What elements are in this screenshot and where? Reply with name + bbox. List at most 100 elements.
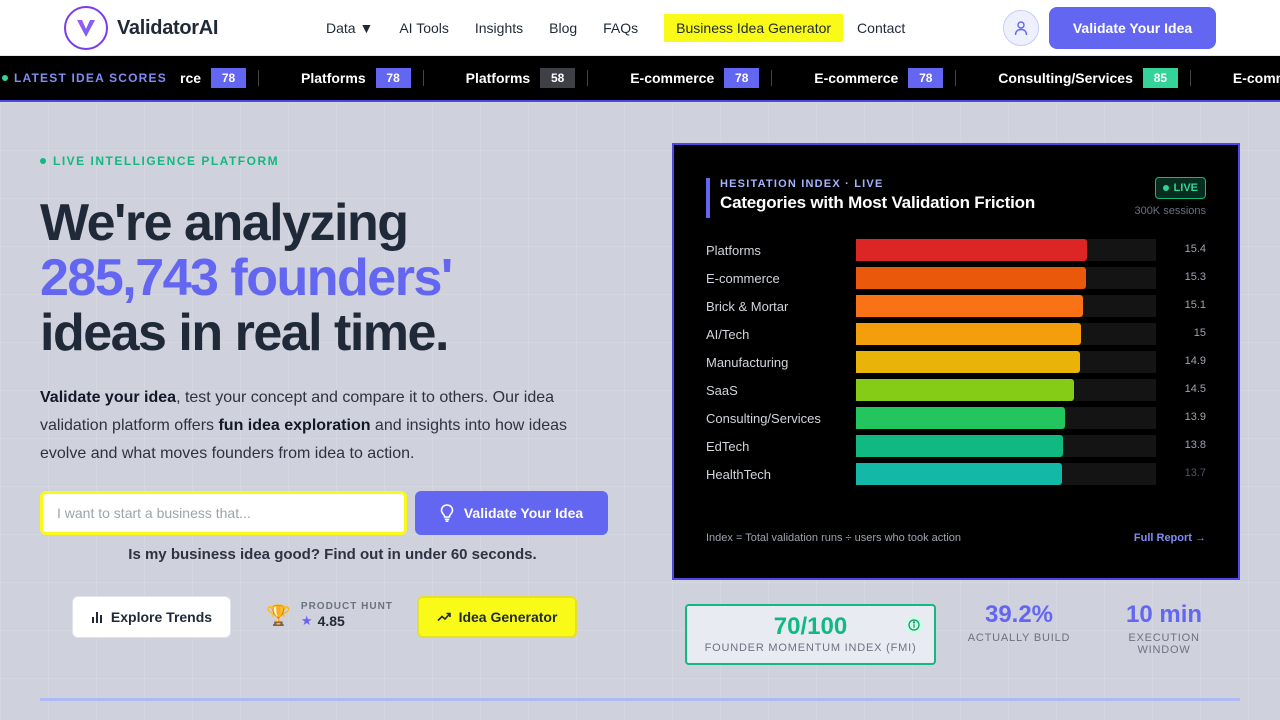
chart-bar	[856, 239, 1087, 261]
hero-lead: Validate your idea, test your concept an…	[40, 384, 610, 468]
live-dot-icon	[1162, 185, 1169, 191]
ticker-item-category: E-commerce	[1232, 70, 1280, 86]
bar-label: EdTech	[706, 439, 750, 454]
nav-business-idea-generator[interactable]: Business Idea Generator	[664, 14, 844, 42]
bar-value-label: 13.9	[1184, 411, 1206, 423]
ticker-label: LATEST IDEA SCORES	[0, 56, 177, 100]
product-hunt-rating[interactable]: 🏆 PRODUCT HUNT ★ 4.85	[266, 601, 393, 629]
bar-label: E-commerce	[706, 271, 780, 286]
bar-label: HealthTech	[706, 467, 772, 482]
hero-headline: We're analyzing 285,743 founders' ideas …	[40, 194, 453, 361]
nav-data[interactable]: Data ▼	[326, 14, 373, 42]
ticker-item[interactable]: E-commerce	[1233, 56, 1280, 100]
actually-build-value: 39.2%	[984, 601, 1054, 628]
bar-track	[856, 239, 1156, 261]
brand-name: ValidatorAI	[117, 16, 219, 39]
validate-idea-button-label: Validate Your Idea	[463, 505, 584, 521]
logo-icon	[64, 6, 108, 50]
chart-bar-row: E-commerce 15.3	[706, 266, 1206, 294]
session-count: 300K sessions	[1134, 205, 1206, 217]
nav-ai-tools[interactable]: AI Tools	[399, 14, 449, 42]
execution-window-value: 10 min	[1125, 601, 1203, 628]
bar-track	[856, 323, 1156, 345]
execution-window-stat: 10 min EXECUTION WINDOW	[1100, 601, 1228, 656]
chart-bar	[856, 295, 1083, 317]
headline-line-2: 285,743 founders'	[40, 249, 453, 307]
bar-value-label: 15.4	[1184, 243, 1206, 255]
lead-bold-2: fun idea exploration	[218, 417, 371, 434]
nav-blog[interactable]: Blog	[549, 14, 577, 42]
idea-generator-button[interactable]: Idea Generator	[417, 596, 577, 638]
validate-your-idea-header-button[interactable]: Validate Your Idea	[1049, 7, 1216, 49]
top-header: ValidatorAI Data ▼ AI Tools Insights Blo…	[0, 0, 1280, 56]
actually-build-label: ACTUALLY BUILD	[967, 632, 1071, 644]
product-hunt-label: PRODUCT HUNT	[300, 601, 393, 612]
chart-bar-row: Consulting/Services 13.9	[706, 406, 1206, 434]
bar-value-label: 13.8	[1184, 439, 1206, 451]
bar-chart-icon	[91, 612, 102, 623]
ticker-separator	[422, 70, 424, 86]
live-badge: LIVE	[1154, 177, 1206, 199]
ticker-item[interactable]: Platforms 78	[301, 56, 411, 100]
panel-header: HESITATION INDEX · LIVE Categories with …	[706, 178, 1035, 218]
chart-bar-row: EdTech 13.8	[706, 434, 1206, 462]
ticker-item-category: Consulting/Services	[998, 70, 1133, 86]
ticker-item-category: Platforms	[301, 70, 366, 86]
chart-bar-row: HealthTech 13.7	[706, 462, 1206, 490]
live-dot-icon	[2, 75, 8, 81]
idea-input[interactable]	[40, 491, 407, 535]
ticker-item[interactable]: E-commerce 78	[814, 56, 944, 100]
bar-value-label: 13.7	[1184, 467, 1206, 479]
user-icon	[1014, 21, 1028, 36]
chart-bar	[856, 351, 1080, 373]
product-hunt-score-value: 4.85	[317, 613, 345, 629]
ticker-separator	[1189, 70, 1191, 86]
info-icon[interactable]	[905, 616, 923, 634]
bar-track	[856, 351, 1156, 373]
headline-line-1: We're analyzing	[40, 194, 409, 252]
bar-track	[856, 435, 1156, 457]
ticker-item-score: 78	[211, 68, 247, 88]
bar-value-label: 14.5	[1184, 383, 1206, 395]
bar-track	[856, 267, 1156, 289]
bar-label: Brick & Mortar	[706, 299, 789, 314]
chart-bar	[856, 267, 1086, 289]
bar-track	[856, 379, 1156, 401]
chart-bar-row: Platforms 15.4	[706, 238, 1206, 266]
ticker-item-score: 78	[908, 68, 944, 88]
explore-trends-button[interactable]: Explore Trends	[72, 596, 231, 638]
bar-label: AI/Tech	[706, 327, 750, 342]
ticker-separator	[258, 70, 260, 86]
friction-bar-chart: Platforms 15.4 E-commerce 15.3 Brick & Morta…	[706, 238, 1206, 490]
trophy-icon: 🏆	[266, 604, 291, 627]
ticker-item-score: 58	[540, 68, 576, 88]
ticker-item[interactable]: rce 78	[180, 56, 247, 100]
ticker-separator	[955, 70, 957, 86]
actually-build-stat: 39.2% ACTUALLY BUILD	[966, 601, 1072, 644]
full-report-link[interactable]: Full Report →	[1134, 532, 1206, 544]
brand-logo[interactable]: ValidatorAI	[64, 6, 218, 50]
eyebrow-text: LIVE INTELLIGENCE PLATFORM	[53, 154, 280, 168]
nav-faqs[interactable]: FAQs	[603, 14, 638, 42]
live-badge-text: LIVE	[1173, 182, 1198, 194]
explore-trends-label: Explore Trends	[110, 609, 213, 625]
ticker-item-score: 85	[1142, 68, 1178, 88]
hero-eyebrow: LIVE INTELLIGENCE PLATFORM	[40, 154, 279, 168]
bar-label: Manufacturing	[706, 355, 789, 370]
bar-value-label: 14.9	[1184, 355, 1206, 367]
nav-insights[interactable]: Insights	[475, 14, 523, 42]
bar-value-label: 15	[1193, 327, 1206, 339]
panel-footnote: Index = Total validation runs ÷ users wh…	[706, 532, 962, 544]
nav-contact[interactable]: Contact	[857, 14, 905, 42]
bar-value-label: 15.3	[1184, 271, 1206, 283]
ticker-item[interactable]: Consulting/Services 85	[998, 56, 1178, 100]
user-account-button[interactable]	[1003, 10, 1039, 46]
chart-bar-row: SaaS 14.5	[706, 378, 1206, 406]
chart-bar	[856, 323, 1081, 345]
ticker-item[interactable]: E-commerce 78	[630, 56, 760, 100]
section-divider	[40, 698, 1240, 701]
validate-idea-button[interactable]: Validate Your Idea	[415, 491, 608, 535]
chart-bar	[856, 407, 1065, 429]
panel-kicker: HESITATION INDEX · LIVE	[720, 178, 884, 190]
ticker-item[interactable]: Platforms 58	[466, 56, 576, 100]
